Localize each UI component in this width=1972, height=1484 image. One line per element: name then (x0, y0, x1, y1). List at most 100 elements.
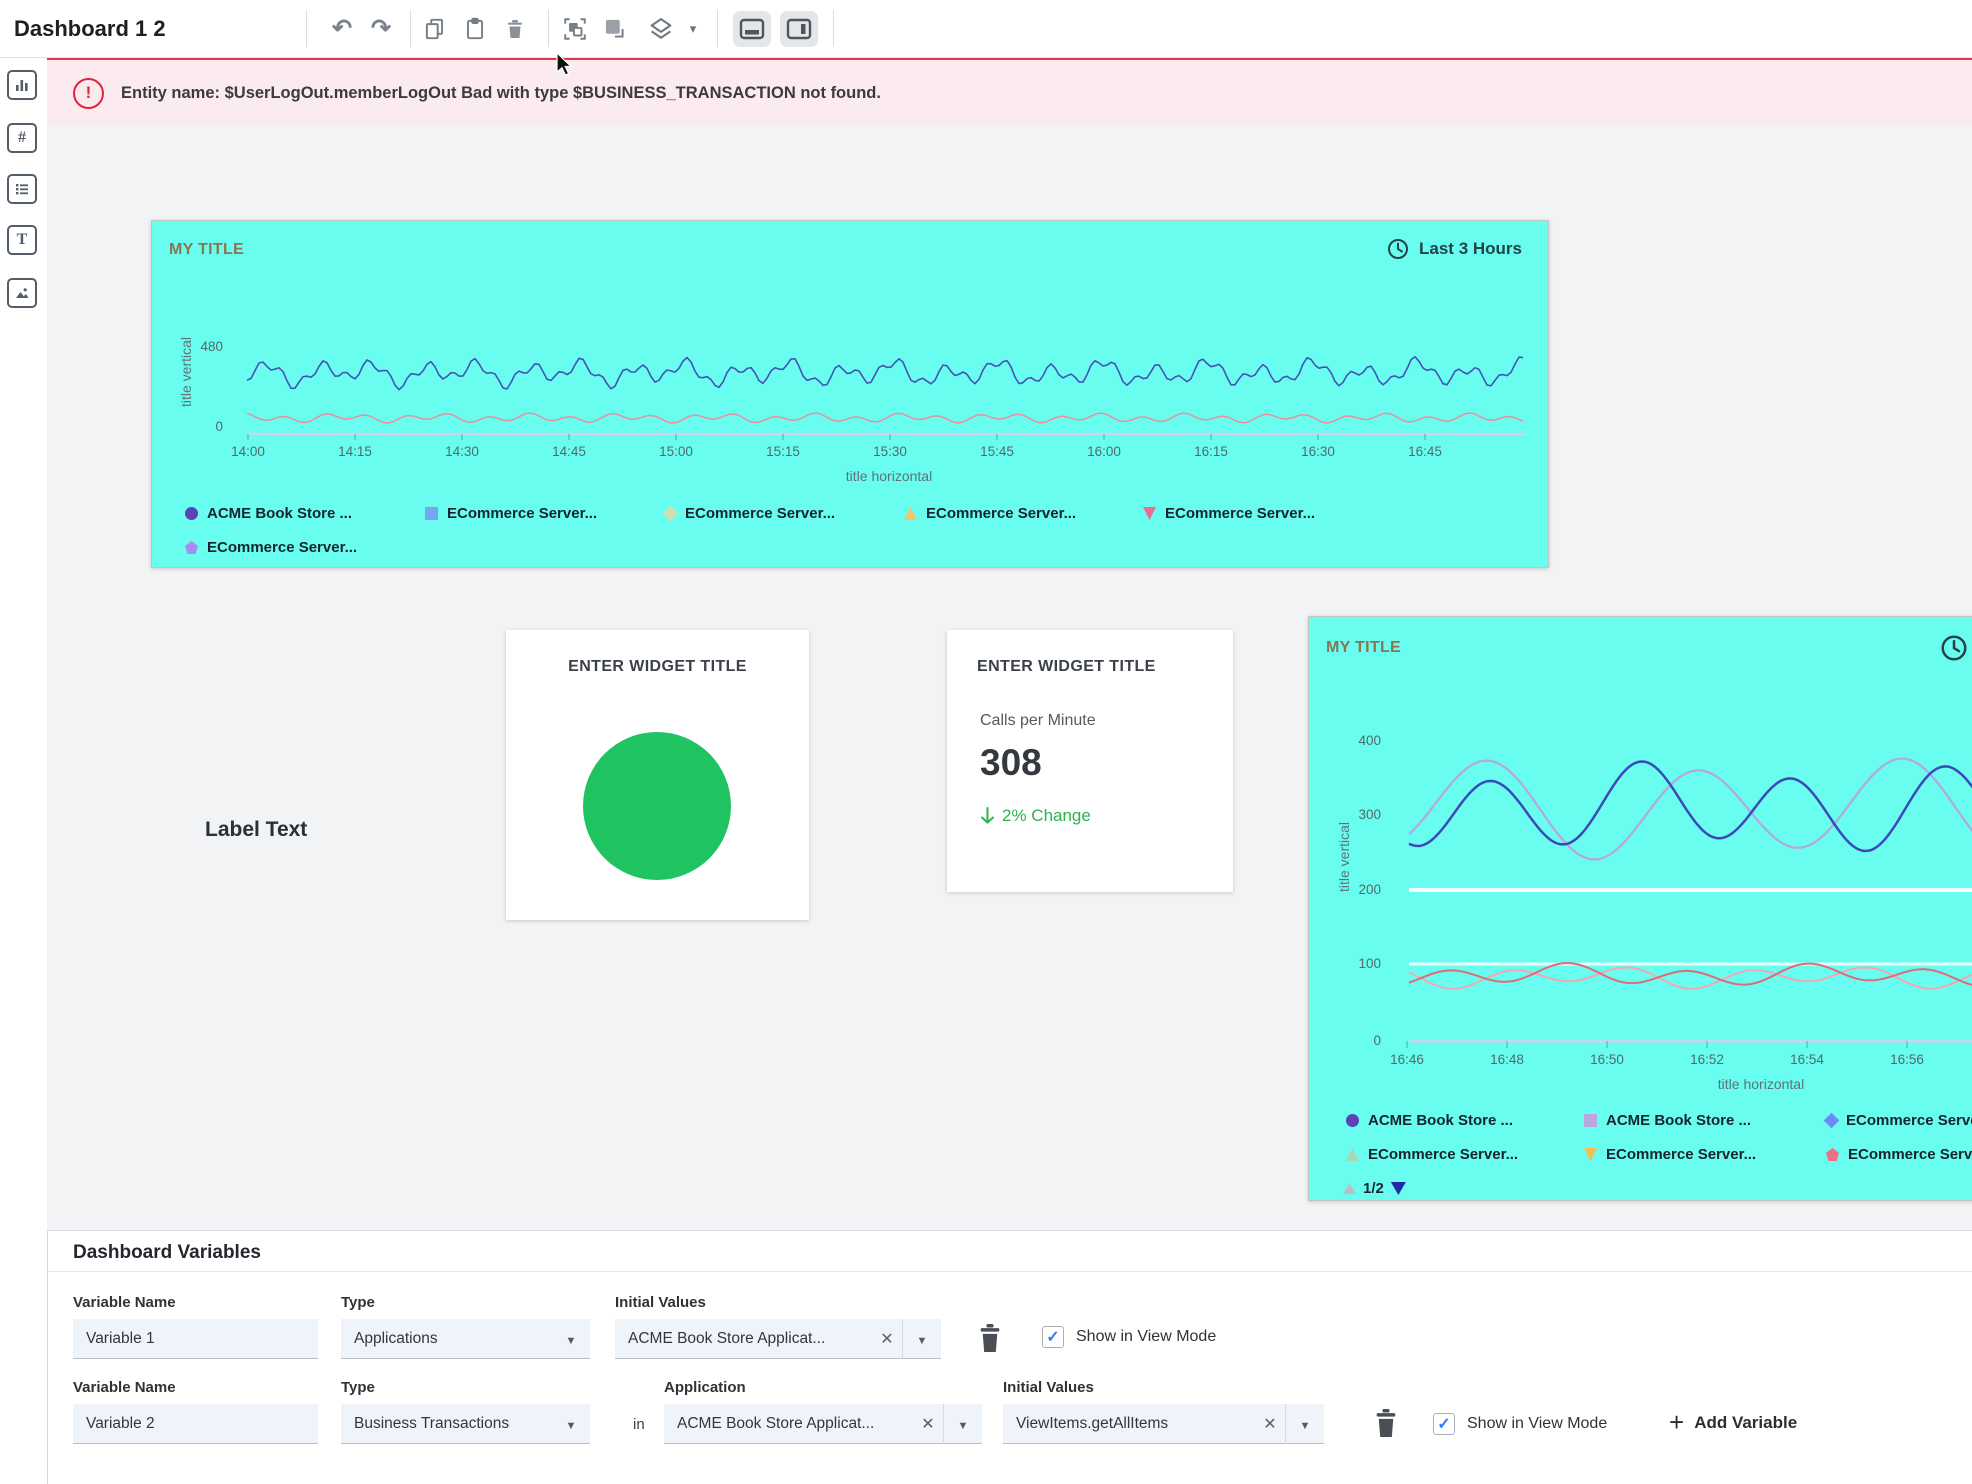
legend-item[interactable]: ECommerce Server... (665, 505, 835, 522)
x-tick: 16:50 (1577, 1052, 1637, 1067)
timeseries-widget-1[interactable]: MY TITLE Last 3 Hours 480 0 title vertic… (151, 220, 1549, 568)
panel-title: Dashboard Variables (73, 1242, 261, 1264)
application-picker[interactable]: ACME Book Store Applicat... (664, 1404, 982, 1444)
delete-variable-button[interactable] (976, 1322, 1004, 1354)
legend-item[interactable]: ECommerce Server... (1584, 1146, 1756, 1163)
legend-item[interactable]: ACME Book Store ... (1346, 1112, 1513, 1129)
sidebar-item-image-widget[interactable] (7, 278, 37, 308)
initial-values-label: Initial Values (615, 1294, 706, 1311)
y-tick: 400 (1341, 733, 1381, 748)
redo-button[interactable] (366, 14, 396, 44)
show-in-view-mode-checkbox[interactable] (1433, 1413, 1455, 1435)
x-tick: 16:48 (1477, 1052, 1537, 1067)
add-variable-button[interactable]: Add Variable (1669, 1409, 1797, 1436)
variable-name-input[interactable]: Variable 1 (73, 1319, 318, 1359)
legend-item[interactable]: ECommerce Server... (1826, 1146, 1972, 1163)
health-status-circle (583, 732, 731, 880)
page-indicator: 1/2 (1363, 1180, 1384, 1197)
x-tick: 15:15 (753, 444, 813, 459)
page-up-icon[interactable] (1343, 1183, 1356, 1194)
undo-button[interactable] (327, 14, 357, 44)
show-in-view-mode-checkbox[interactable] (1042, 1326, 1064, 1348)
list-icon (13, 180, 31, 198)
legend-item[interactable]: ECommerce Server... (1346, 1146, 1518, 1163)
chevron-down-icon[interactable] (552, 1331, 590, 1347)
chevron-down-icon[interactable] (552, 1416, 590, 1432)
dashboard-title: Dashboard 1 2 (14, 0, 166, 57)
clear-icon[interactable] (872, 1329, 902, 1349)
x-tick: 16:52 (1677, 1052, 1737, 1067)
x-tick: 16:46 (1377, 1052, 1437, 1067)
layers-button[interactable] (646, 14, 676, 44)
plus-icon (1669, 1409, 1684, 1436)
series-marker-square (425, 507, 438, 520)
series-marker-circle (1346, 1114, 1359, 1127)
legend-item[interactable]: ECommerce Server... (904, 505, 1076, 522)
group-icon (562, 16, 588, 42)
initial-values-label: Initial Values (1003, 1379, 1094, 1396)
sidebar-item-text-widget[interactable]: T (7, 225, 37, 255)
input-value: Variable 2 (73, 1415, 318, 1433)
image-icon (13, 284, 31, 302)
y-tick: 100 (1341, 956, 1381, 971)
initial-values-picker[interactable]: ACME Book Store Applicat... (615, 1319, 941, 1359)
sidebar-item-list-widget[interactable] (7, 174, 37, 204)
variable-name-input[interactable]: Variable 2 (73, 1404, 318, 1444)
y-tick: 0 (1341, 1033, 1381, 1048)
chevron-down-icon[interactable] (1286, 1416, 1324, 1432)
trash-icon (1372, 1407, 1400, 1439)
error-message: Entity name: $UserLogOut.memberLogOut Ba… (121, 84, 881, 103)
chevron-down-icon[interactable] (903, 1331, 941, 1347)
label-widget[interactable]: Label Text (205, 818, 307, 842)
delete-button[interactable] (500, 14, 530, 44)
toggle-bottom-panel-button[interactable] (733, 11, 771, 47)
toggle-right-panel-button[interactable] (780, 11, 818, 47)
type-label: Type (341, 1294, 375, 1311)
legend-label: ACME Book Store ... (1368, 1112, 1513, 1129)
copy-button[interactable] (420, 14, 450, 44)
dashboard-variables-panel: Dashboard Variables Variable Name Type I… (47, 1230, 1972, 1484)
legend-item[interactable]: ECommerce Server... (1826, 1112, 1972, 1129)
legend-label: ACME Book Store ... (207, 505, 352, 522)
clear-icon[interactable] (1255, 1414, 1285, 1434)
legend-label: ECommerce Server... (1848, 1146, 1972, 1163)
paste-button[interactable] (460, 14, 490, 44)
health-widget[interactable]: ENTER WIDGET TITLE (506, 630, 809, 920)
type-label: Type (341, 1379, 375, 1396)
legend-item[interactable]: ACME Book Store ... (1584, 1112, 1751, 1129)
add-variable-label: Add Variable (1694, 1413, 1797, 1433)
legend-item[interactable]: ECommerce Server... (185, 539, 357, 556)
x-tick: 14:45 (539, 444, 599, 459)
paste-icon (462, 16, 488, 42)
metric-change: 2% Change (980, 806, 1091, 826)
sidebar-item-metric-widget[interactable]: # (7, 123, 37, 153)
legend-item[interactable]: ECommerce Server... (425, 505, 597, 522)
page-down-icon[interactable] (1391, 1182, 1406, 1195)
legend-label: ACME Book Store ... (1606, 1112, 1751, 1129)
x-tick: 15:00 (646, 444, 706, 459)
series-marker-diamond (1824, 1113, 1840, 1129)
metric-widget[interactable]: ENTER WIDGET TITLE Calls per Minute 308 … (947, 630, 1233, 892)
series-marker-square (1584, 1114, 1597, 1127)
legend-item[interactable]: ECommerce Server... (1143, 505, 1315, 522)
series-marker-triangle (904, 507, 917, 520)
chevron-down-icon[interactable] (944, 1416, 982, 1432)
legend-label: ECommerce Server... (1846, 1112, 1972, 1129)
legend-item[interactable]: ACME Book Store ... (185, 505, 352, 522)
group-button[interactable] (560, 14, 590, 44)
layers-menu-caret[interactable] (683, 14, 703, 44)
delete-variable-button[interactable] (1372, 1407, 1400, 1439)
clear-icon[interactable] (913, 1414, 943, 1434)
mouse-cursor (556, 52, 578, 78)
text-icon: T (17, 231, 28, 249)
ungroup-button[interactable] (600, 14, 630, 44)
initial-values-picker[interactable]: ViewItems.getAllItems (1003, 1404, 1324, 1444)
series-marker-triangle-down (1584, 1148, 1597, 1161)
x-axis-label: title horizontal (789, 468, 989, 484)
type-select[interactable]: Business Transactions (341, 1404, 590, 1444)
sidebar-item-chart-widget[interactable] (7, 70, 37, 100)
select-value: Applications (341, 1330, 552, 1348)
timeseries-widget-2[interactable]: MY TITLE 400 300 200 100 0 title vertica… (1308, 616, 1972, 1201)
redo-icon (371, 17, 391, 41)
type-select[interactable]: Applications (341, 1319, 590, 1359)
